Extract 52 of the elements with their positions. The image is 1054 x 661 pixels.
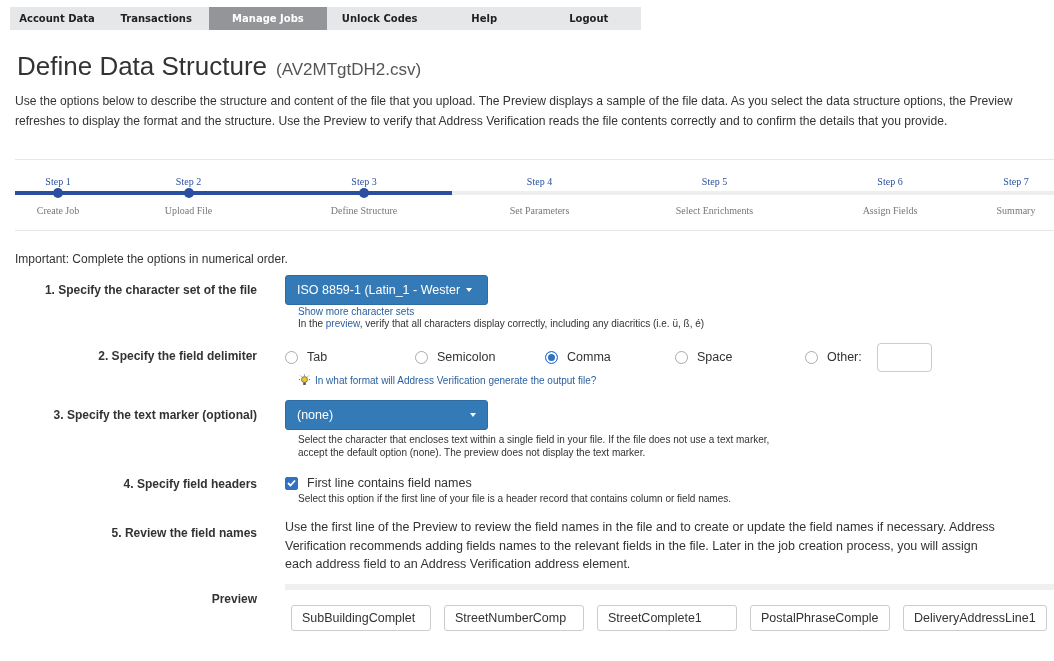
- nav-tab[interactable]: Unlock Codes: [327, 7, 432, 30]
- step-name: Assign Fields: [862, 205, 918, 216]
- delimiter-option[interactable]: Other:: [805, 350, 862, 364]
- field-name-input[interactable]: DeliveryAddressLine1: [903, 604, 1047, 631]
- more-charsets-link[interactable]: Show more character sets: [298, 306, 705, 317]
- nav-tab[interactable]: Help: [431, 7, 537, 30]
- field-name-input[interactable]: StreetNumberComp: [444, 604, 584, 631]
- option-label: 2. Specify the field delimiter: [97, 348, 257, 365]
- option-label: 4. Specify field headers: [122, 476, 257, 493]
- delimiter-option[interactable]: Space: [675, 350, 805, 364]
- option-label: 3. Specify the text marker (optional): [52, 407, 257, 424]
- step-name: Define Structure: [330, 205, 398, 216]
- text-marker-hint: Select the character that encloses text within a single field in your file. If the file does not use a text marker, accept the default option (none). The preview does not display the text marker.: [298, 433, 771, 459]
- delimiter-option[interactable]: Comma: [545, 350, 675, 364]
- preview-label: Preview: [210, 590, 257, 608]
- step-label: Step 6: [877, 176, 903, 189]
- intro-text: Use the options below to describe the structure and content of the file that you upload. The Preview displays a sample of the file data. As you select the data structure options, the Preview refreshes to display the format and the structure. Use the Preview to verify that Address Verification reads the file contents correctly and to confirm the details that you provide.: [15, 93, 1014, 130]
- step-label: Step 2: [175, 176, 202, 189]
- field-name-input[interactable]: StreetComplete1: [597, 604, 737, 631]
- nav-tab[interactable]: Transactions: [104, 7, 209, 30]
- charset-hint: In the preview, verify that all characters display correctly, including any diacritics (i.e. ü, ß, é): [298, 317, 705, 330]
- help-link[interactable]: In what format will Address Verification generate the output file?: [315, 375, 597, 386]
- checkbox[interactable]: [285, 476, 298, 490]
- step-name: Create Job: [36, 205, 80, 216]
- nav-tab[interactable]: Logout: [536, 7, 641, 30]
- step-label: Step 7: [1003, 176, 1029, 189]
- step-name: Upload File: [164, 205, 213, 216]
- nav-tab[interactable]: Account Data: [10, 7, 104, 30]
- step-name: Select Enrichments: [675, 205, 754, 216]
- review-text: Use the first line of the Preview to review the field names in the file and to create or update the field names if necessary. Address Verification recommends adding fields names to the relevant fields in the file. Later in the job creation process, you will assign each address field to an Address Verification address element.: [285, 519, 996, 573]
- field-name-input[interactable]: PostalPhraseComple: [750, 604, 890, 631]
- delimiter-option[interactable]: Semicolon: [415, 350, 545, 364]
- step-label: Step 3: [351, 176, 377, 189]
- step-label: Step 5: [701, 176, 728, 189]
- page-title: Define Data Structure: [17, 51, 267, 82]
- lightbulb-icon: [298, 374, 311, 387]
- header-checkbox[interactable]: First line contains field names: [285, 476, 731, 490]
- file-name: (AV2MTgtDH2.csv): [276, 60, 422, 80]
- option-label: 5. Review the field names: [110, 525, 257, 542]
- step-name: Set Parameters: [509, 205, 570, 216]
- preview-link[interactable]: preview: [325, 318, 360, 329]
- other-input-field[interactable]: [876, 342, 932, 372]
- charset-dropdown[interactable]: ISO 8859-1 (Latin_1 - Wester: [285, 275, 488, 305]
- header-hint: Select this option if the first line of your file is a header record that contains column or field names.: [298, 492, 731, 505]
- step-label: Step 4: [526, 176, 553, 189]
- delimiter-option[interactable]: Tab: [285, 350, 415, 364]
- step-label: Step 1: [45, 176, 71, 189]
- step-name: Summary: [996, 205, 1036, 216]
- field-name-input[interactable]: SubBuildingComplet: [291, 604, 431, 631]
- text-marker-dropdown[interactable]: (none): [285, 400, 488, 430]
- important-note: Important: Complete the options in numerical order.: [15, 252, 289, 266]
- option-label: 1. Specify the character set of the file: [43, 282, 257, 299]
